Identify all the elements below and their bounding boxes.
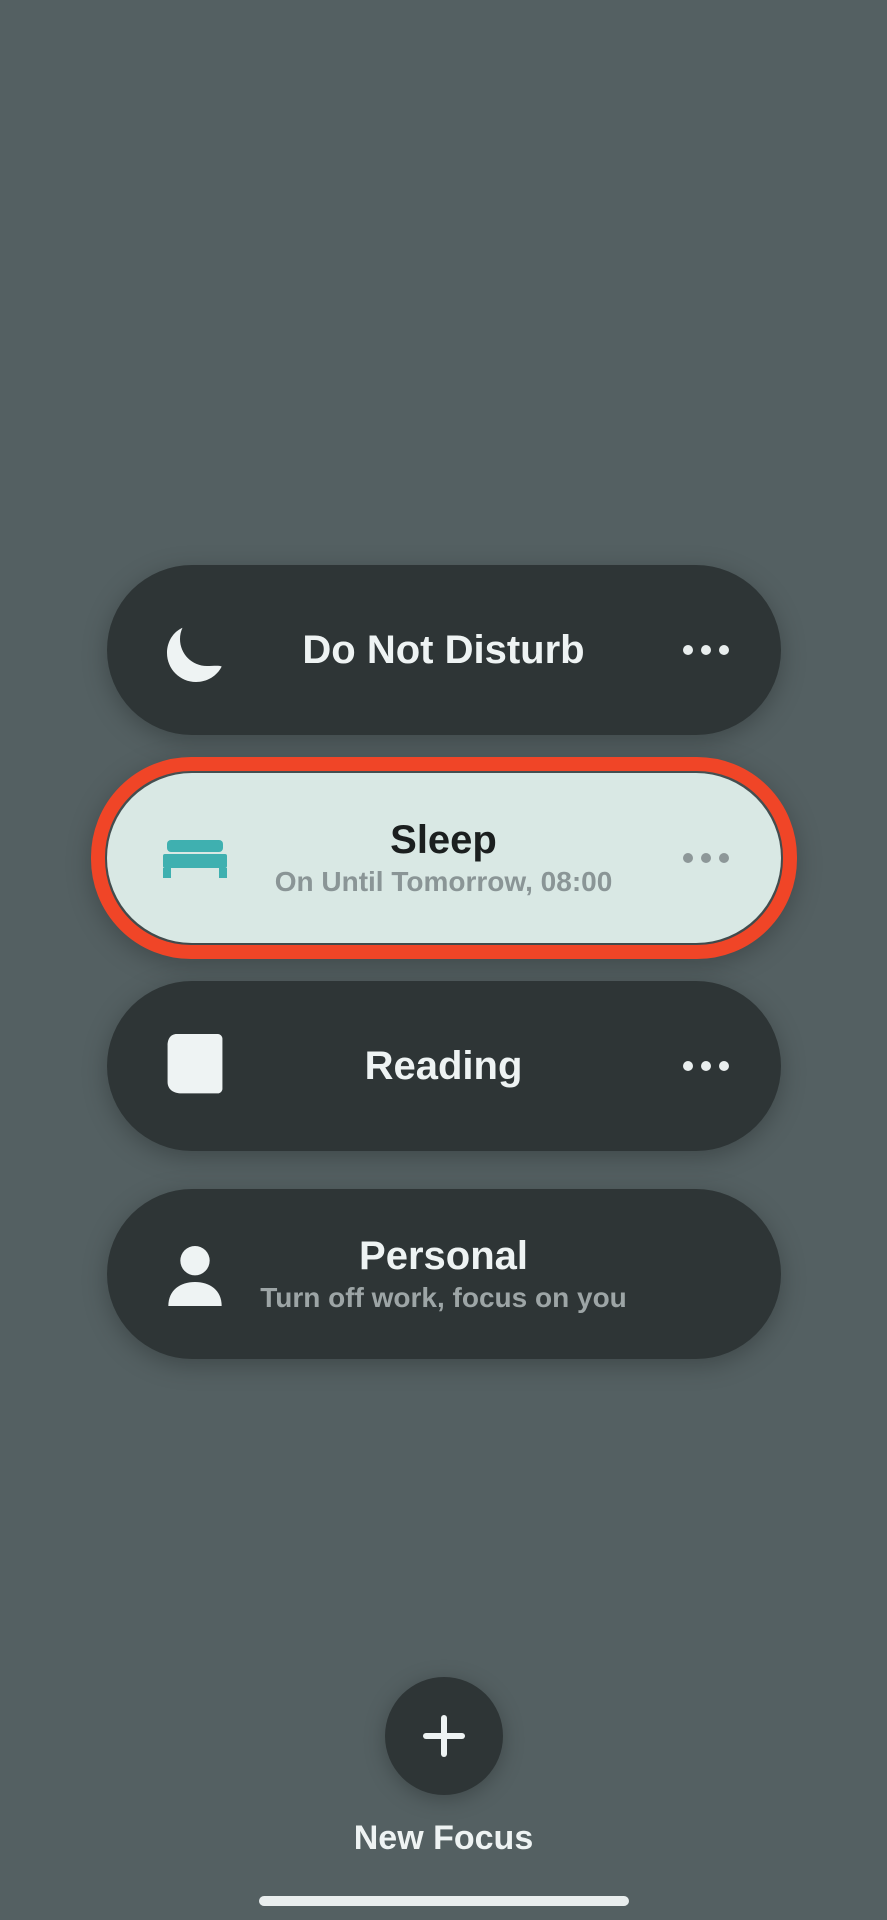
home-indicator[interactable] [259,1896,629,1906]
more-icon[interactable] [683,853,729,863]
focus-row-text: Reading [247,1044,641,1088]
book-icon [163,1034,227,1098]
focus-row-title: Personal [247,1234,641,1278]
focus-row-text: Do Not Disturb [247,628,641,672]
focus-row-title: Do Not Disturb [247,628,641,672]
more-icon[interactable] [683,1061,729,1071]
focus-row-subtitle: On Until Tomorrow, 08:00 [247,866,641,898]
add-focus-button[interactable] [385,1677,503,1795]
focus-row-text: Personal Turn off work, focus on you [247,1234,641,1314]
moon-icon [163,618,227,682]
focus-row-sleep[interactable]: Sleep On Until Tomorrow, 08:00 [107,773,781,943]
person-icon [163,1242,227,1306]
focus-row-title: Reading [247,1044,641,1088]
new-focus-label: New Focus [294,1819,594,1858]
focus-row-subtitle: Turn off work, focus on you [247,1282,641,1314]
focus-row-title: Sleep [247,818,641,862]
focus-row-text: Sleep On Until Tomorrow, 08:00 [247,818,641,898]
focus-mode-list: Do Not Disturb Sleep On Until Tomorrow, … [107,565,781,1359]
focus-row-personal[interactable]: Personal Turn off work, focus on you [107,1189,781,1359]
focus-row-reading[interactable]: Reading [107,981,781,1151]
more-icon[interactable] [683,645,729,655]
new-focus-section: New Focus [294,1677,594,1858]
focus-row-dnd[interactable]: Do Not Disturb [107,565,781,735]
bed-icon [163,826,227,890]
plus-icon [421,1713,467,1759]
